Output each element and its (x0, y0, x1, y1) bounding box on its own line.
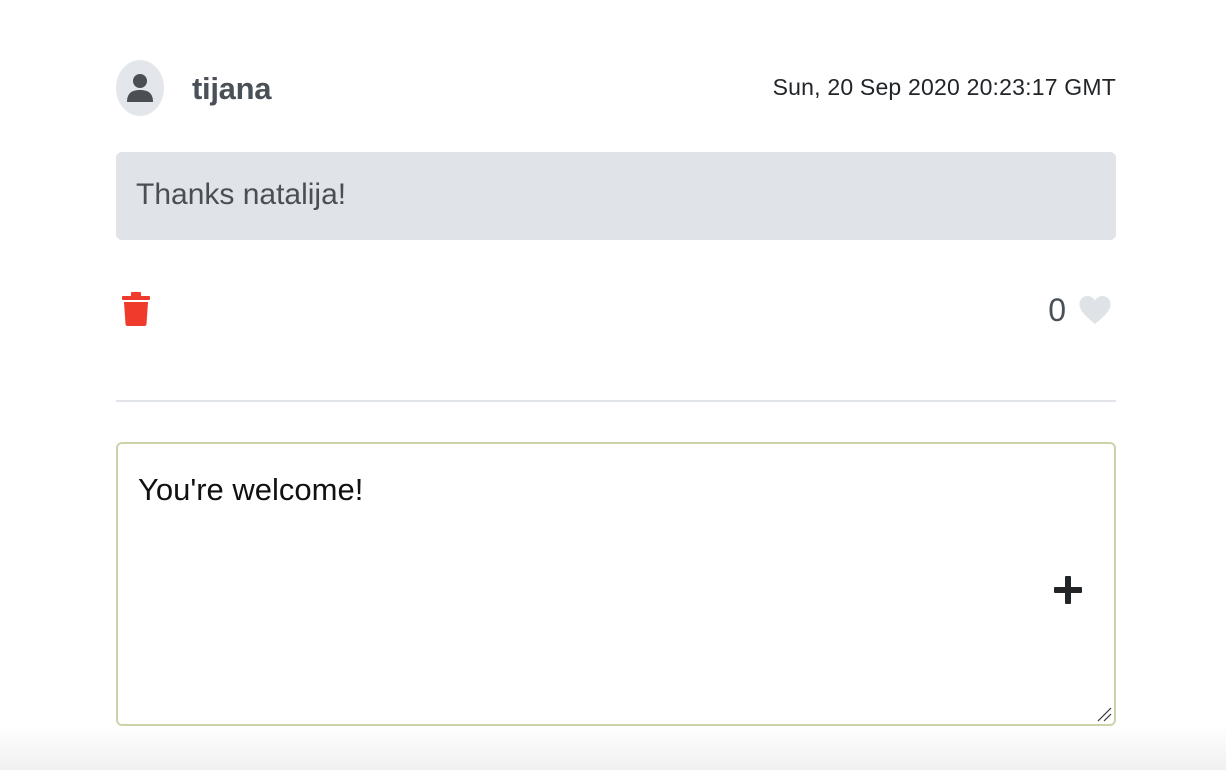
avatar (116, 60, 164, 116)
like-control: 0 (1048, 290, 1112, 330)
page: tijana Sun, 20 Sep 2020 20:23:17 GMT Tha… (0, 0, 1226, 770)
divider (116, 400, 1116, 402)
resize-handle[interactable] (1096, 706, 1112, 722)
comment-author: tijana (192, 71, 272, 106)
comment-actions: 0 (116, 290, 1116, 334)
user-icon (127, 74, 153, 102)
bottom-shade (0, 726, 1226, 770)
comment-timestamp: Sun, 20 Sep 2020 20:23:17 GMT (772, 74, 1116, 100)
trash-icon[interactable] (122, 292, 150, 326)
heart-icon[interactable] (1078, 295, 1112, 325)
reply-box: You're welcome! (116, 442, 1116, 726)
comment-message: Thanks natalija! (116, 152, 1116, 240)
like-count: 0 (1048, 291, 1066, 328)
plus-icon[interactable] (1052, 574, 1084, 606)
comment-header: tijana Sun, 20 Sep 2020 20:23:17 GMT (116, 60, 1116, 116)
reply-input[interactable]: You're welcome! (118, 444, 1114, 724)
